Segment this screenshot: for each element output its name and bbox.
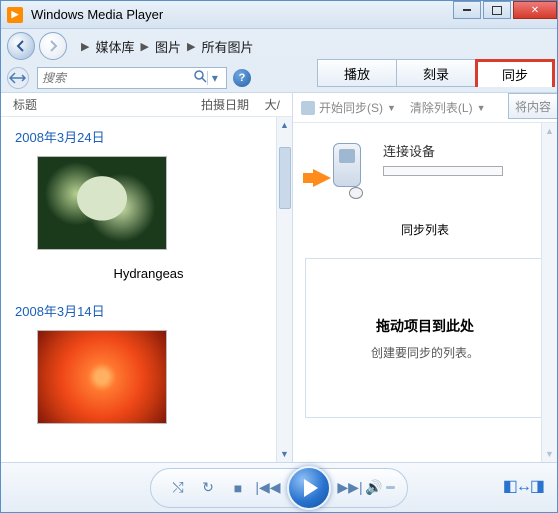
col-date[interactable]: 拍摄日期 (201, 96, 265, 113)
tab-sync[interactable]: 同步 (475, 59, 555, 87)
group-header[interactable]: 2008年3月24日 (15, 127, 282, 146)
thumbnail[interactable] (37, 156, 167, 250)
thumbnail[interactable] (37, 330, 167, 424)
sync-icon (301, 101, 315, 115)
breadcrumb: ▶ 媒体库 ▶ 图片 ▶ 所有图片 (81, 37, 253, 56)
app-icon: ▶ (7, 7, 23, 23)
gallery: 2008年3月24日 Hydrangeas 2008年3月14日 (1, 117, 292, 462)
overflow-button[interactable]: 将内容 (508, 93, 557, 119)
maximize-button[interactable] (483, 1, 511, 19)
window-buttons: ✕ (451, 1, 557, 19)
window-title: Windows Media Player (31, 7, 451, 22)
scroll-up-icon[interactable]: ▲ (542, 123, 557, 139)
list-item[interactable]: Hydrangeas (15, 156, 282, 281)
nav-back-button[interactable] (7, 32, 35, 60)
chevron-down-icon: ▼ (477, 103, 486, 113)
sync-toolbar: 开始同步(S) ▼ 清除列表(L) ▼ 将内容 (293, 93, 557, 123)
scroll-down-icon[interactable]: ▼ (542, 446, 557, 462)
stop-button[interactable]: ■ (223, 473, 253, 503)
scrollbar[interactable]: ▲ ▼ (541, 123, 557, 462)
app-window: ▶ Windows Media Player ✕ ▶ 媒体库 ▶ 图片 ▶ 所有… (0, 0, 558, 513)
shuffle-button[interactable]: ⤭ (163, 473, 193, 503)
search-input[interactable] (42, 71, 193, 85)
chevron-down-icon: ▼ (387, 103, 396, 113)
search-dropdown-icon[interactable]: ▾ (207, 71, 222, 85)
thumbnail-caption: Hydrangeas (15, 266, 282, 281)
chevron-right-icon: ▶ (187, 40, 195, 53)
col-size[interactable]: 大/ (265, 96, 280, 113)
device-label: 连接设备 (383, 141, 503, 160)
next-button[interactable]: ▶▶| (335, 473, 365, 503)
mode-tabs: 播放 刻录 同步 (318, 59, 555, 87)
play-button[interactable] (287, 466, 331, 510)
nav-forward-button[interactable] (39, 32, 67, 60)
sync-pane: 开始同步(S) ▼ 清除列表(L) ▼ 将内容 连接设备 (293, 93, 557, 462)
minimize-button[interactable] (453, 1, 481, 19)
drop-zone-line2: 创建要同步的列表。 (371, 344, 479, 361)
device-area: 连接设备 (293, 123, 557, 211)
scroll-down-icon[interactable]: ▼ (277, 446, 292, 462)
device-capacity-bar (383, 166, 503, 176)
column-headers: 标题 拍摄日期 大/ (1, 93, 292, 117)
chevron-right-icon: ▶ (81, 40, 89, 53)
scroll-up-icon[interactable]: ▲ (277, 117, 292, 133)
title-bar: ▶ Windows Media Player ✕ (1, 1, 557, 29)
speaker-icon: 🔊 (365, 479, 382, 496)
device-icon (313, 139, 371, 201)
close-button[interactable]: ✕ (513, 1, 557, 19)
breadcrumb-item[interactable]: 所有图片 (201, 37, 253, 56)
help-button[interactable]: ? (233, 69, 251, 87)
clear-list-button[interactable]: 清除列表(L) ▼ (410, 99, 486, 116)
search-box[interactable]: ▾ (37, 67, 227, 89)
repeat-button[interactable]: ↻ (193, 473, 223, 503)
group-header[interactable]: 2008年3月14日 (15, 301, 282, 320)
sync-list-title: 同步列表 (293, 221, 557, 238)
sync-drop-zone[interactable]: 拖动项目到此处 创建要同步的列表。 (305, 258, 545, 418)
scrollbar[interactable]: ▲ ▼ (276, 117, 292, 462)
content-area: 标题 拍摄日期 大/ 2008年3月24日 Hydrangeas 2008年3月… (1, 93, 557, 462)
volume-control[interactable]: 🔊 (365, 473, 395, 503)
switch-view-button[interactable]: ◧↔◨ (503, 476, 543, 496)
start-sync-button[interactable]: 开始同步(S) ▼ (301, 99, 396, 116)
nav-bar: ▶ 媒体库 ▶ 图片 ▶ 所有图片 (1, 29, 557, 63)
tab-burn[interactable]: 刻录 (396, 59, 476, 87)
list-item[interactable] (15, 330, 282, 424)
location-back-icon[interactable] (7, 67, 29, 89)
chevron-right-icon: ▶ (140, 40, 148, 53)
search-icon[interactable] (193, 69, 207, 86)
library-pane: 标题 拍摄日期 大/ 2008年3月24日 Hydrangeas 2008年3月… (1, 93, 293, 462)
col-title[interactable]: 标题 (13, 96, 201, 113)
previous-button[interactable]: |◀◀ (253, 473, 283, 503)
tab-play[interactable]: 播放 (317, 59, 397, 87)
drop-zone-line1: 拖动项目到此处 (376, 316, 474, 336)
breadcrumb-item[interactable]: 媒体库 (95, 37, 134, 56)
volume-slider[interactable] (386, 486, 395, 489)
playback-bar: ⤭ ↻ ■ |◀◀ ▶▶| 🔊 ◧↔◨ (1, 462, 557, 512)
playback-controls: ⤭ ↻ ■ |◀◀ ▶▶| 🔊 (150, 468, 408, 508)
breadcrumb-item[interactable]: 图片 (155, 37, 181, 56)
